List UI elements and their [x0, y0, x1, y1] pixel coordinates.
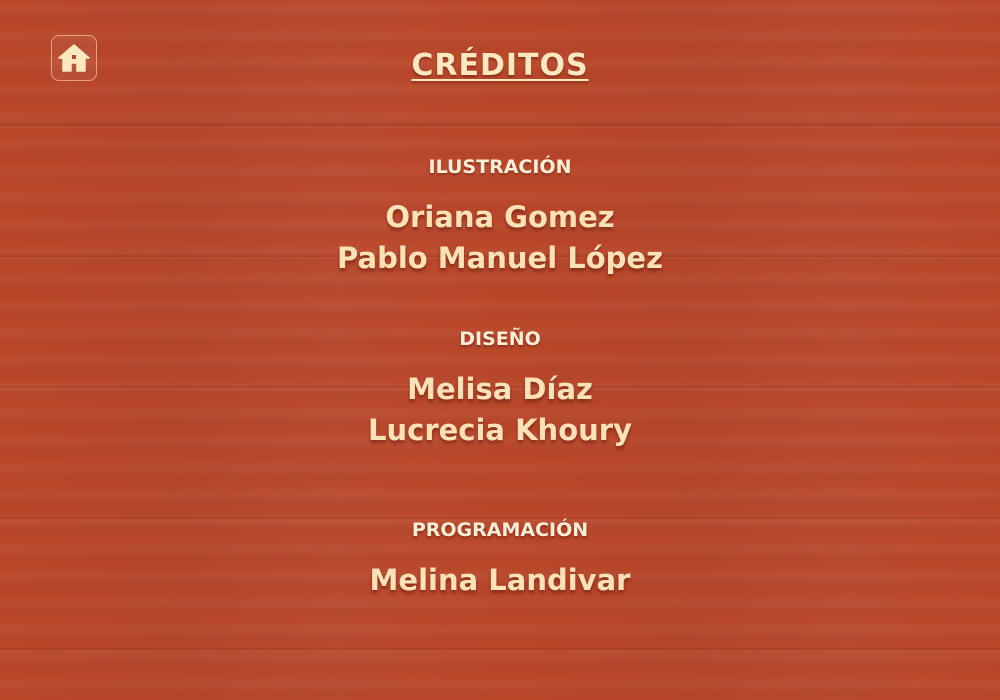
names-list-programacion: Melina Landivar — [0, 560, 1000, 601]
page-title: CRÉDITOS — [411, 48, 589, 83]
credit-name: Lucrecia Khoury — [368, 413, 632, 447]
credit-name: Oriana Gomez — [385, 200, 615, 234]
credit-name: Melina Landivar — [369, 563, 631, 597]
section-diseno: DISEÑO Melisa Díaz Lucrecia Khoury — [0, 327, 1000, 451]
credit-name: Melisa Díaz — [407, 372, 593, 406]
credit-name: Pablo Manuel López — [337, 241, 663, 275]
credits-title: CRÉDITOS — [0, 48, 1000, 83]
section-label-programacion: PROGRAMACIÓN — [411, 519, 589, 541]
names-list-ilustracion: Oriana Gomez Pablo Manuel López — [0, 197, 1000, 279]
section-label-diseno: DISEÑO — [459, 328, 541, 350]
names-list-diseno: Melisa Díaz Lucrecia Khoury — [0, 369, 1000, 451]
section-label-ilustracion: ILUSTRACIÓN — [428, 156, 572, 178]
section-ilustracion: ILUSTRACIÓN Oriana Gomez Pablo Manuel Ló… — [0, 155, 1000, 279]
section-programacion: PROGRAMACIÓN Melina Landivar — [0, 518, 1000, 601]
